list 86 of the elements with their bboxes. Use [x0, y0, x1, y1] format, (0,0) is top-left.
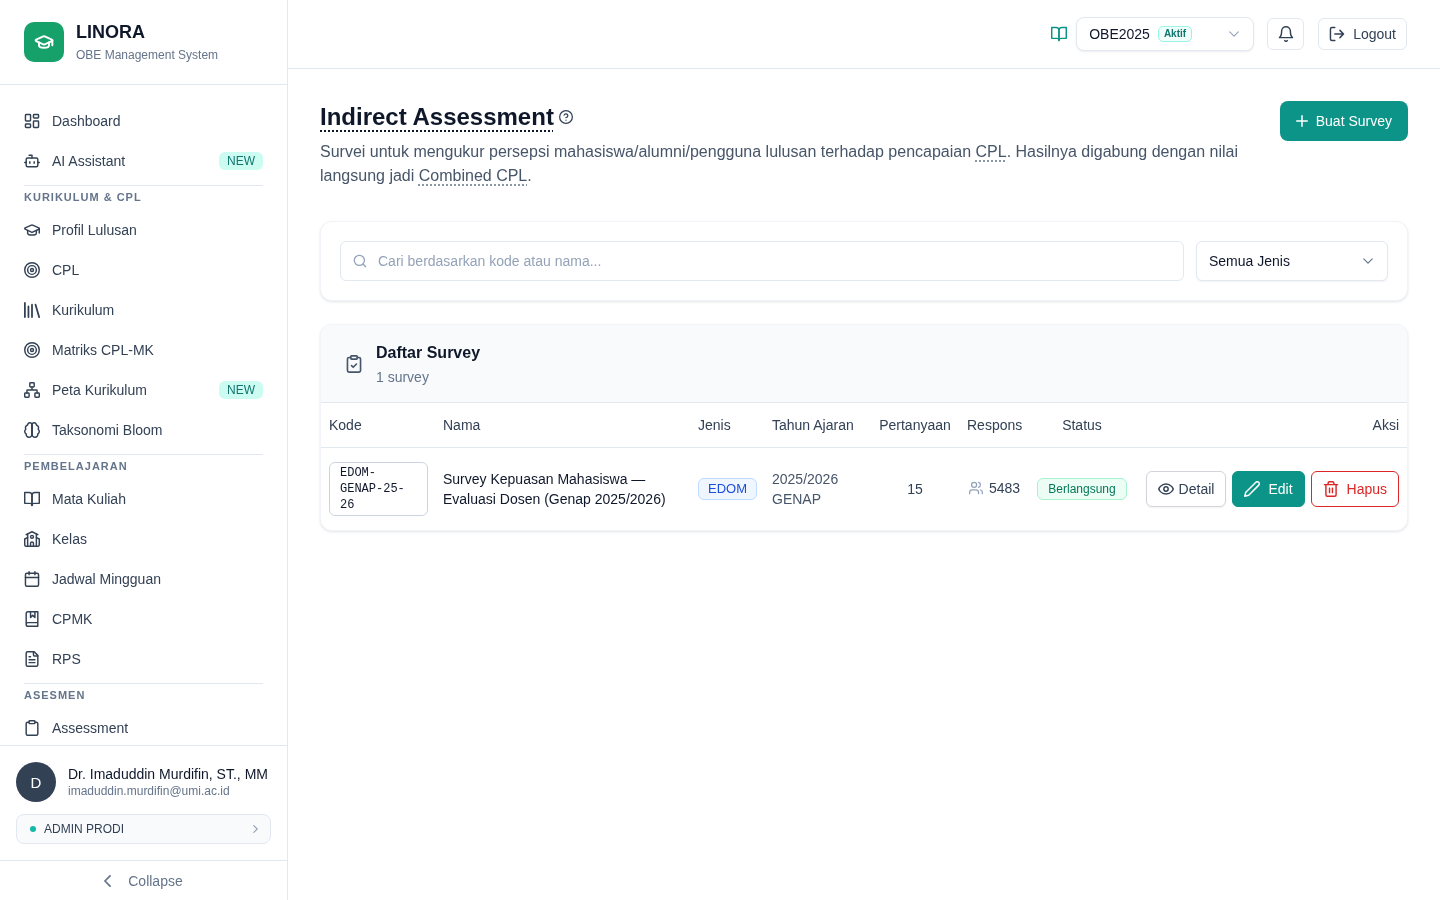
table-cell: 15 — [871, 447, 959, 530]
status-badge: Berlangsung — [1037, 478, 1127, 500]
user-name: Dr. Imaduddin Murdifin, ST., MM — [68, 765, 268, 783]
nav-item[interactable]: Kelas — [24, 519, 263, 559]
nav-item[interactable]: RPS — [24, 639, 263, 679]
brand-name: LINORA — [76, 21, 146, 43]
user-avatar: D — [16, 762, 56, 802]
clipboard-icon — [24, 720, 40, 736]
bookmarked-book-icon — [24, 611, 40, 627]
card-title: Daftar Survey — [376, 343, 481, 363]
nav-item[interactable]: Jadwal Mingguan — [24, 559, 263, 599]
column-header: Tahun Ajaran — [764, 403, 871, 448]
chevron-down-icon — [1363, 258, 1373, 264]
chevron-down-icon — [1229, 31, 1240, 37]
role-switcher[interactable]: ADMIN PRODI — [16, 814, 271, 844]
open-book-icon — [1051, 26, 1068, 42]
clipboard-check-icon — [345, 355, 363, 373]
type-badge: EDOM — [698, 478, 757, 500]
open-book-icon — [24, 491, 40, 507]
active-badge: Aktif — [1157, 26, 1193, 42]
grid-icon — [24, 113, 40, 129]
section-heading: PEMBELAJARAN — [24, 459, 129, 473]
column-header: Respons — [959, 403, 1030, 448]
new-badge: NEW — [219, 381, 263, 399]
nav-item[interactable]: CPMK — [24, 599, 263, 639]
page-description: Survei untuk mengukur persepsi mahasiswa/alumni/pengguna lulusan terhadap pencapaian CPL. Hasilnya digabung dengan nilai langsung jadi Combined CPL. — [320, 142, 1239, 186]
logout-icon — [1329, 26, 1346, 42]
chevron-left-icon — [104, 874, 112, 887]
curriculum-select[interactable]: OBE2025 Aktif — [1076, 17, 1255, 51]
page-title: Indirect Assessment — [320, 102, 554, 132]
help-icon — [558, 110, 573, 124]
school-building-icon — [24, 531, 40, 547]
view-button[interactable]: Detail — [1145, 471, 1227, 507]
graduation-cap-icon — [24, 22, 64, 62]
user-email: imaduddin.murdifin@umi.ac.id — [68, 783, 231, 799]
section-heading: ASESMEN — [24, 688, 87, 702]
column-header: Jenis — [690, 403, 764, 448]
brain-icon — [24, 422, 40, 438]
nav-item[interactable]: Taksonomi Bloom — [24, 410, 263, 450]
nav-item[interactable]: Profil Lulusan — [24, 210, 263, 250]
document-icon — [24, 651, 40, 667]
nav-item[interactable]: CPL — [24, 250, 263, 290]
robot-icon — [24, 153, 40, 169]
column-header: Nama — [435, 403, 690, 448]
logout-button[interactable]: Logout — [1318, 18, 1407, 50]
column-header: Kode — [321, 403, 435, 448]
nav-item[interactable]: Peta Kurikulum NEW — [24, 370, 263, 410]
new-badge: NEW — [219, 152, 263, 170]
target-icon — [24, 342, 40, 358]
bell-icon — [1277, 26, 1294, 42]
table-cell: Survey Kepuasan Mahasiswa — Evaluasi Dosen (Genap 2025/2026) — [435, 447, 690, 530]
brand-subtitle: OBE Management System — [76, 47, 219, 63]
sitemap-icon — [24, 382, 40, 398]
survey-count: 1 survey — [376, 368, 430, 387]
semester-text: GENAP — [772, 490, 822, 509]
pencil-icon — [1244, 481, 1261, 497]
eye-icon — [1157, 481, 1174, 497]
nav-item[interactable]: Assessment — [24, 708, 263, 745]
search-field[interactable]: Cari berdasarkan kode atau nama... — [340, 241, 1184, 281]
chevron-right-icon — [253, 825, 258, 833]
notifications-button[interactable] — [1267, 18, 1305, 50]
graduation-cap-icon — [24, 222, 40, 238]
type-select[interactable]: Semua Jenis — [1196, 241, 1388, 281]
create-survey-button[interactable]: Buat Survey — [1279, 101, 1408, 141]
search-icon — [353, 254, 367, 268]
users-icon — [968, 481, 983, 495]
status-dot-icon — [30, 826, 36, 832]
nav-item[interactable]: Kurikulum — [24, 290, 263, 330]
column-header: Aksi — [1134, 403, 1407, 448]
bookshelf-icon — [24, 302, 40, 318]
response-count: 5483 — [988, 479, 1021, 498]
academic-year: 2025/2026 — [772, 470, 840, 489]
nav-item[interactable]: AI Assistant NEW — [24, 141, 263, 181]
calendar-icon — [24, 571, 40, 587]
section-heading: KURIKULUM & CPL — [24, 190, 143, 204]
plus-icon — [1295, 115, 1308, 127]
code-tag: EDOM-GENAP-25-26 — [329, 462, 428, 516]
column-header: Pertanyaan — [871, 403, 959, 448]
trash-icon — [1322, 481, 1339, 497]
target-icon — [24, 262, 40, 278]
nav-item[interactable]: Dashboard — [24, 101, 263, 141]
delete-button[interactable]: Hapus — [1310, 471, 1399, 507]
nav-item[interactable]: Matriks CPL-MK — [24, 330, 263, 370]
column-header: Status — [1030, 403, 1134, 448]
nav-item[interactable]: Mata Kuliah — [24, 479, 263, 519]
edit-button[interactable]: Edit — [1232, 471, 1305, 507]
